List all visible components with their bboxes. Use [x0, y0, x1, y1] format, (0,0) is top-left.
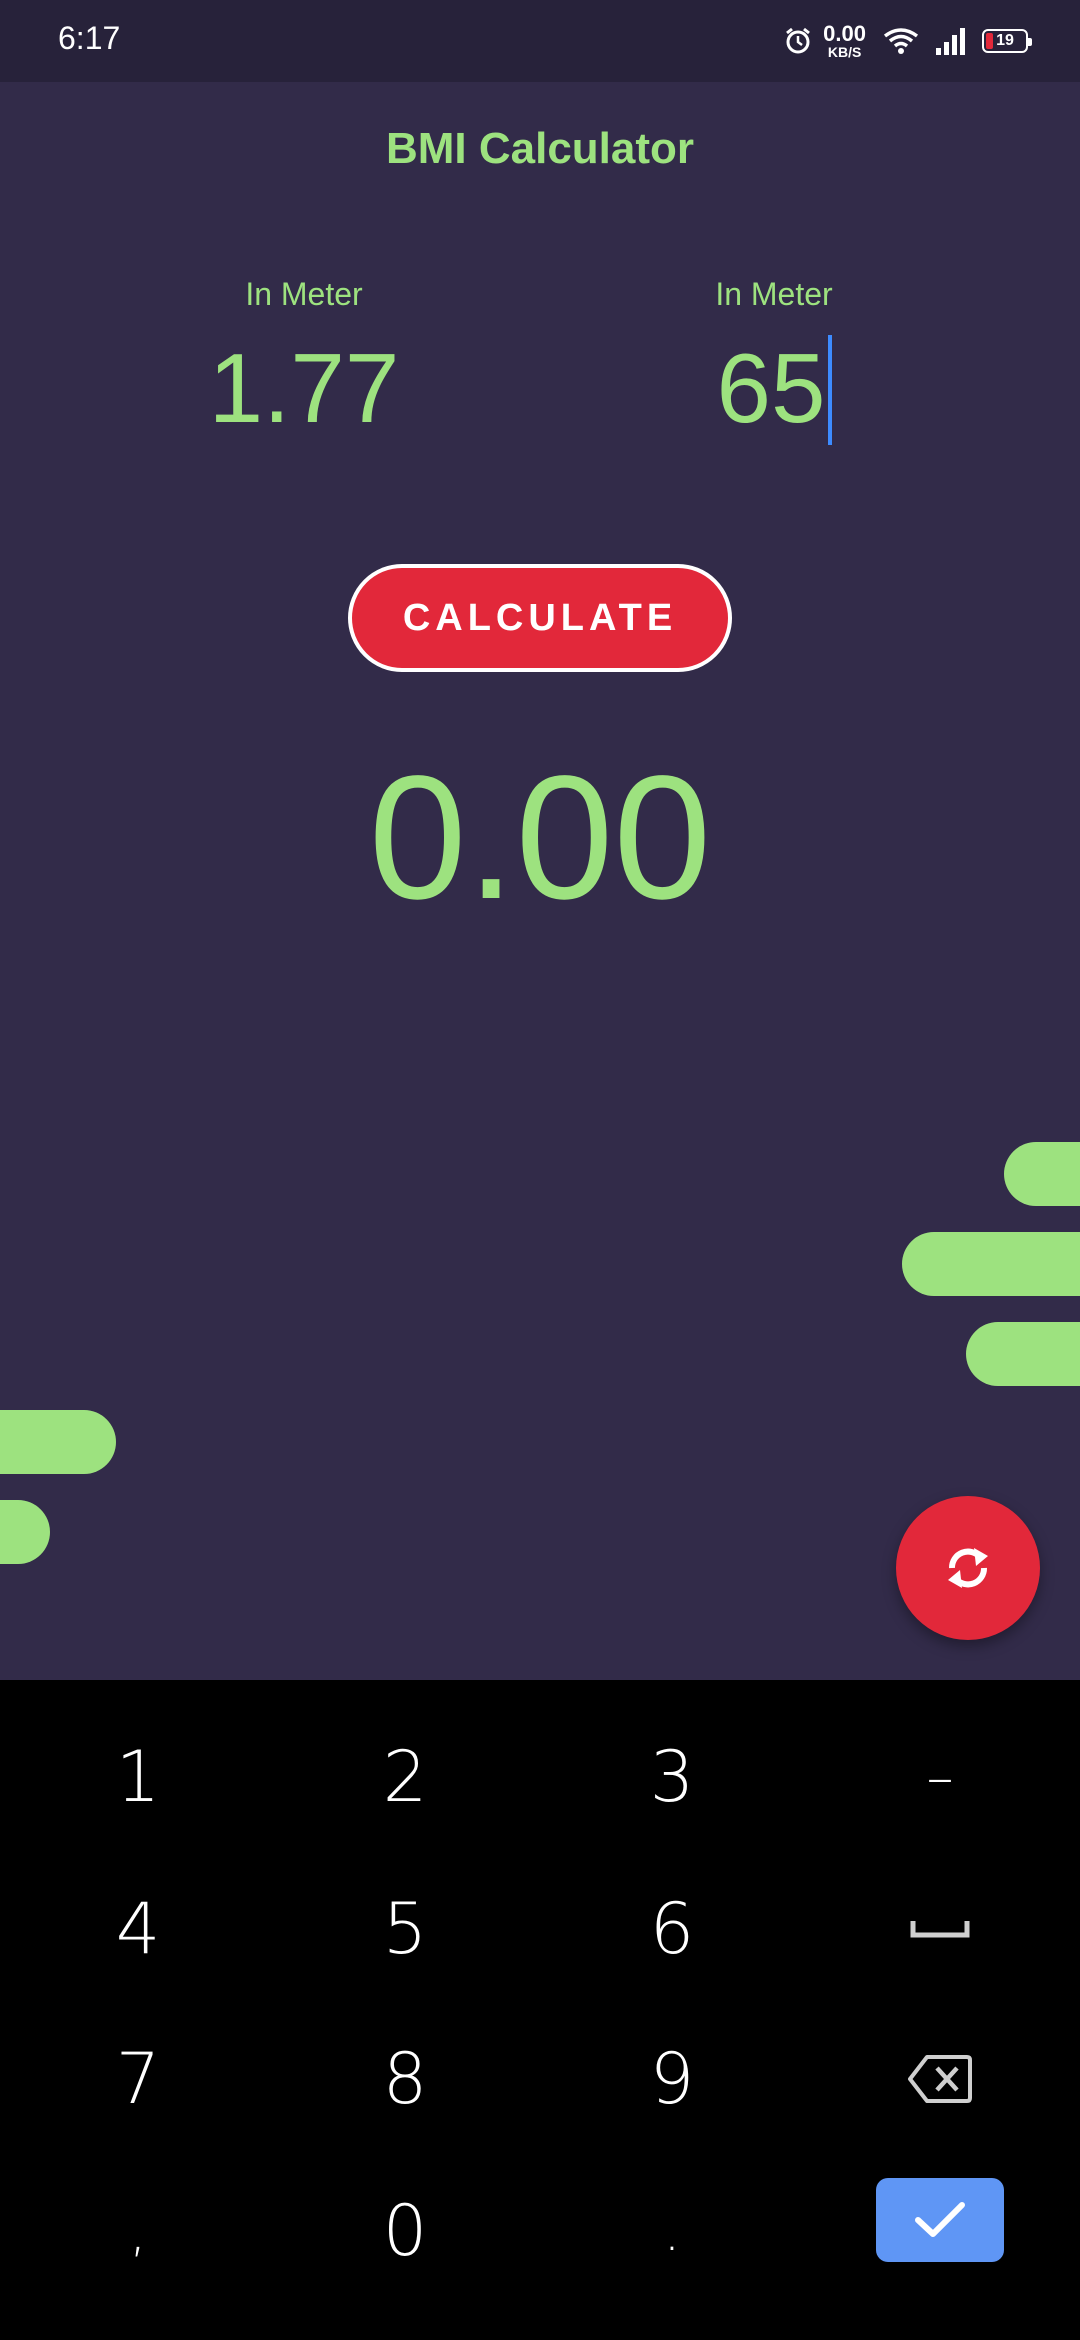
status-time: 6:17 [58, 20, 121, 56]
key-period[interactable]: . [572, 2176, 772, 2286]
key-1[interactable]: 1 [38, 1722, 238, 1832]
key-7[interactable]: 7 [38, 2024, 238, 2134]
key-comma[interactable]: , [38, 2176, 238, 2286]
key-6[interactable]: 6 [572, 1874, 772, 1984]
done-check-icon [915, 2202, 965, 2237]
space-icon [910, 1921, 970, 1938]
reset-fab-button[interactable] [896, 1496, 1040, 1640]
refresh-icon [948, 1548, 988, 1588]
calculate-button[interactable]: CALCULATE [348, 564, 732, 672]
done-button[interactable] [876, 2178, 1004, 2262]
text-cursor [827, 335, 832, 446]
weight-input-value: 65 [716, 333, 826, 443]
key-space[interactable] [840, 1874, 1040, 1984]
decorative-pill [0, 1500, 50, 1564]
bmi-result: 0.00 [368, 740, 712, 936]
height-field[interactable]: In Meter 1.77 [154, 276, 454, 443]
page-title: BMI Calculator [385, 124, 695, 173]
key-2[interactable]: 2 [305, 1722, 505, 1832]
height-input[interactable]: 1.77 [209, 334, 400, 443]
decorative-pill [966, 1322, 1080, 1386]
network-speed: 0.00 KB/S [823, 21, 866, 60]
decorative-pill [1004, 1142, 1080, 1206]
weight-field[interactable]: In Meter 65 [624, 276, 924, 451]
battery-level: 19 [996, 32, 1014, 49]
height-label: In Meter [245, 276, 363, 312]
battery-icon: 19 [982, 29, 1032, 53]
key-3[interactable]: 3 [572, 1722, 772, 1832]
wifi-icon [883, 28, 919, 54]
key-4[interactable]: 4 [38, 1874, 238, 1984]
alarm-icon [786, 27, 811, 54]
key-backspace[interactable] [840, 2024, 1040, 2134]
key-5[interactable]: 5 [305, 1874, 505, 1984]
weight-label: In Meter [715, 276, 833, 312]
status-bar: 6:17 0.00 KB/S 19 [0, 0, 1080, 82]
decorative-pill [902, 1232, 1080, 1296]
key-0[interactable]: 0 [305, 2176, 505, 2286]
key-dash[interactable]: – [840, 1722, 1040, 1832]
status-icons: 0.00 KB/S 19 [783, 18, 1032, 64]
key-8[interactable]: 8 [305, 2024, 505, 2134]
weight-input[interactable]: 65 [716, 333, 832, 451]
decorative-pill [0, 1410, 116, 1474]
signal-icon [936, 28, 965, 55]
backspace-icon [908, 2055, 972, 2103]
key-9[interactable]: 9 [572, 2024, 772, 2134]
